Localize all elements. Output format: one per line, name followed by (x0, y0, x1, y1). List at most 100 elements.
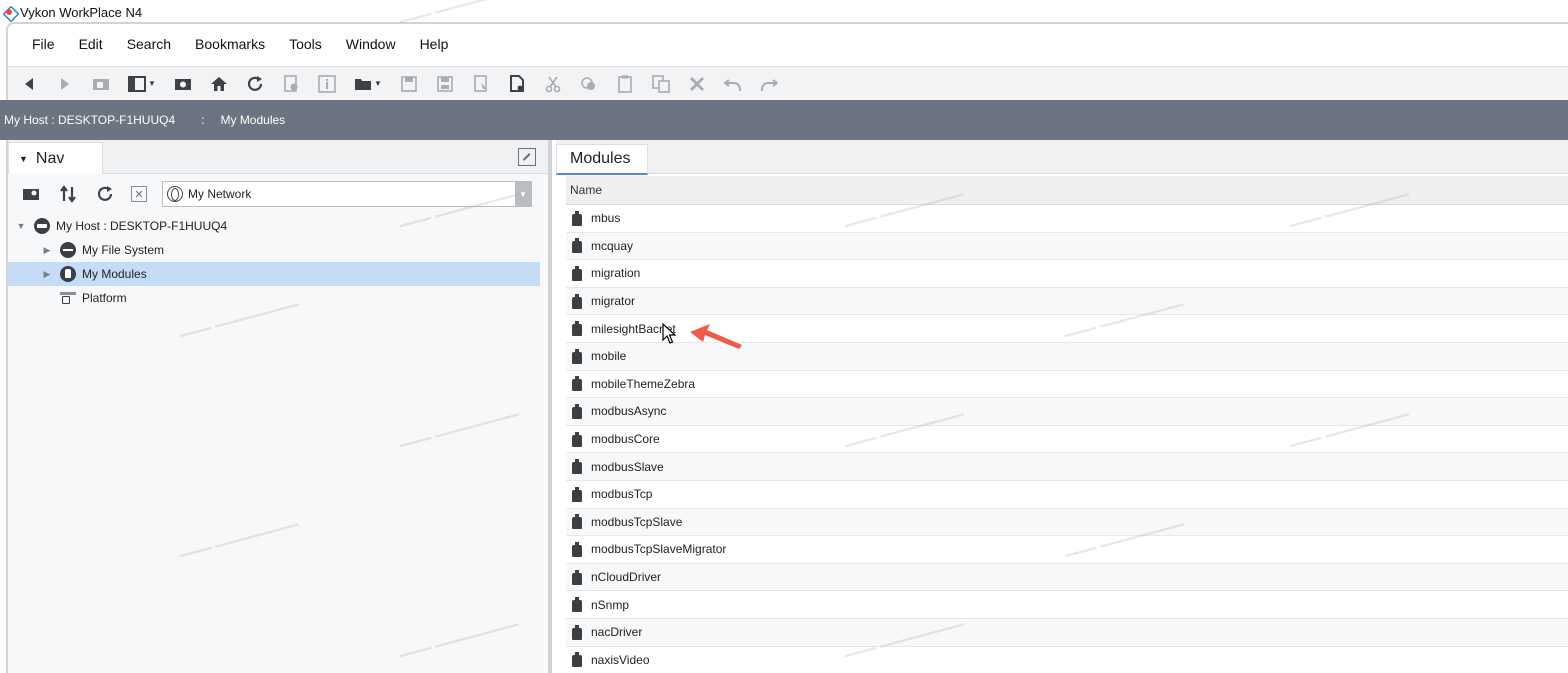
collapsed-arrow-icon[interactable]: ▶ (42, 269, 52, 280)
copy-icon[interactable] (578, 73, 600, 95)
platform-icon (60, 290, 76, 306)
module-jar-icon (572, 210, 582, 226)
forward-icon[interactable] (54, 73, 76, 95)
table-row[interactable]: modbusSlave (566, 453, 1568, 481)
tree-item-label: My Host : DESKTOP-F1HUUQ4 (56, 219, 228, 233)
module-name: mobile (591, 349, 627, 364)
modules-icon (60, 266, 76, 282)
module-name: mbus (591, 211, 621, 226)
table-row[interactable]: modbusCore (566, 426, 1568, 454)
module-jar-icon (572, 597, 582, 613)
side-bar-icon[interactable]: ▼ (126, 73, 158, 95)
module-jar-icon (572, 403, 582, 419)
module-name: modbusTcpSlaveMigrator (591, 542, 727, 557)
tree-item-label: My File System (82, 243, 165, 257)
table-row[interactable]: naxisVideo (566, 647, 1568, 673)
table-row[interactable]: nacDriver (566, 618, 1568, 647)
menu-bookmarks[interactable]: Bookmarks (187, 34, 273, 56)
cut-icon[interactable] (542, 73, 564, 95)
tree-item-host[interactable]: ▼ My Host : DESKTOP-F1HUUQ4 (8, 214, 548, 238)
info-icon[interactable] (316, 73, 338, 95)
home-icon[interactable] (208, 73, 230, 95)
module-jar-icon (572, 514, 582, 530)
breadcrumb-host[interactable]: My Host : DESKTOP-F1HUUQ4 (0, 113, 175, 127)
mouse-cursor-icon (662, 323, 676, 344)
table-row[interactable]: modbusTcpSlaveMigrator (566, 536, 1568, 564)
module-name: nacDriver (591, 625, 643, 640)
tab-modules[interactable]: Modules (556, 144, 648, 175)
spy-icon[interactable] (506, 73, 528, 95)
module-name: mcquay (591, 238, 634, 253)
module-jar-icon (572, 541, 582, 557)
network-select[interactable]: My Network ▼ (162, 181, 532, 207)
module-name: modbusTcpSlave (591, 514, 683, 529)
delete-icon[interactable] (686, 73, 708, 95)
up-level-icon[interactable] (90, 73, 112, 95)
close-icon[interactable]: ✕ (131, 186, 147, 202)
breadcrumb-current[interactable]: My Modules (216, 113, 285, 127)
module-name: migrator (591, 294, 636, 309)
menu-bar: File Edit Search Bookmarks Tools Window … (24, 34, 464, 56)
toolbar: ▼ ▼ (8, 66, 1568, 100)
tree-item-label: Platform (82, 291, 127, 305)
table-row[interactable]: mobileThemeZebra (566, 371, 1568, 399)
table-row[interactable]: nCloudDriver (566, 563, 1568, 592)
table-row[interactable]: migration (566, 260, 1568, 288)
tree-item-file-system[interactable]: ▶ My File System (8, 238, 548, 262)
redo-icon[interactable] (758, 73, 780, 95)
collapsed-arrow-icon[interactable]: ▶ (42, 245, 52, 256)
nav-toolbar: ✕ My Network ▼ (8, 174, 548, 214)
maximize-icon[interactable] (518, 148, 536, 166)
chevron-down-icon[interactable]: ▼ (515, 182, 531, 206)
tree-item-platform[interactable]: Platform (8, 286, 548, 310)
nav-tab-bar: ▼ Nav (8, 140, 548, 174)
duplicate-icon[interactable] (650, 73, 672, 95)
nav-tree: ▼ My Host : DESKTOP-F1HUUQ4 ▶ My File Sy… (8, 214, 548, 310)
expanded-arrow-icon[interactable]: ▼ (16, 221, 26, 231)
module-jar-icon (572, 376, 582, 392)
modules-table: Name mbus mcquay migration migrator mile… (566, 176, 1568, 673)
back-icon[interactable] (18, 73, 40, 95)
table-row[interactable]: modbusTcpSlave (566, 508, 1568, 537)
menu-file[interactable]: File (24, 34, 63, 56)
new-bookmark-icon[interactable] (20, 183, 42, 205)
menu-tools[interactable]: Tools (281, 34, 330, 56)
table-row[interactable]: mbus (566, 205, 1568, 233)
nav-tab-label: Nav (35, 149, 65, 167)
bookmark-icon[interactable] (172, 73, 194, 95)
module-jar-icon (572, 348, 582, 364)
menu-edit[interactable]: Edit (71, 34, 111, 56)
module-name: modbusCore (591, 432, 660, 447)
menu-window[interactable]: Window (338, 34, 404, 56)
table-row[interactable]: modbusTcp (566, 481, 1568, 509)
table-row[interactable]: migrator (566, 287, 1568, 316)
globe-icon (167, 186, 183, 202)
window-title: Vykon WorkPlace N4 (20, 4, 143, 20)
new-icon[interactable] (280, 73, 302, 95)
tree-item-modules[interactable]: ▶ My Modules (8, 262, 540, 286)
module-jar-icon (572, 238, 582, 254)
sync-icon[interactable] (57, 183, 79, 205)
table-row[interactable]: modbusAsync (566, 398, 1568, 426)
refresh-icon[interactable] (244, 73, 266, 95)
save-all-icon[interactable] (434, 73, 456, 95)
menu-search[interactable]: Search (119, 34, 179, 56)
network-select-value: My Network (188, 187, 252, 201)
column-header-name[interactable]: Name (566, 176, 1568, 205)
module-jar-icon (572, 293, 582, 309)
modules-rows: mbus mcquay migration migrator milesight… (566, 205, 1568, 673)
module-name: migration (591, 266, 641, 281)
chevron-down-icon[interactable]: ▼ (19, 154, 28, 164)
module-jar-icon (572, 652, 582, 668)
table-row[interactable]: mcquay (566, 232, 1568, 261)
export-icon[interactable] (470, 73, 492, 95)
paste-icon[interactable] (614, 73, 636, 95)
open-folder-icon[interactable]: ▼ (352, 73, 384, 95)
refresh-tree-icon[interactable] (94, 183, 116, 205)
annotation-arrow-icon (690, 324, 742, 349)
table-row[interactable]: nSnmp (566, 591, 1568, 619)
undo-icon[interactable] (722, 73, 744, 95)
menu-help[interactable]: Help (412, 34, 457, 56)
save-icon[interactable] (398, 73, 420, 95)
tab-nav[interactable]: ▼ Nav (8, 142, 103, 174)
